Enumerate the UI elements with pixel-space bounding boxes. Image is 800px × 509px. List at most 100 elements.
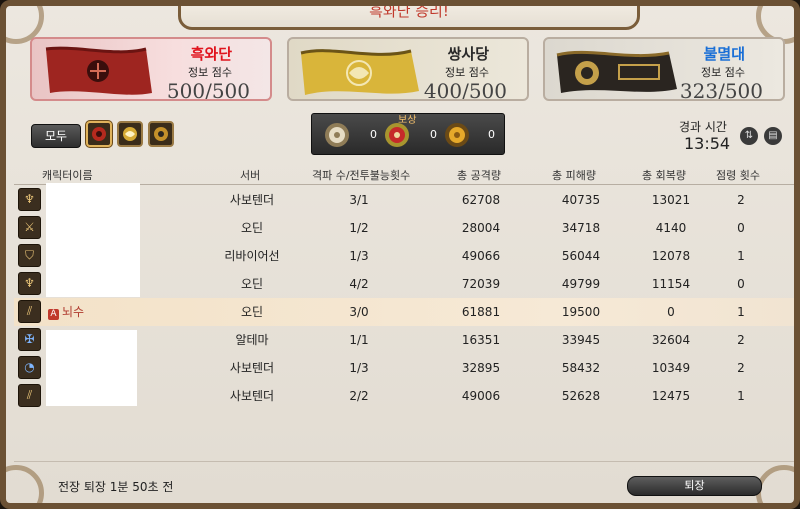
column-header: 총 공격량 bbox=[457, 169, 501, 182]
damage-taken-cell: 52628 bbox=[561, 389, 601, 403]
kd-cell: 1/1 bbox=[349, 333, 369, 347]
column-header: 서버 bbox=[240, 169, 261, 182]
team-name: 흑와단 bbox=[190, 45, 232, 63]
redacted-names bbox=[46, 330, 137, 406]
team-name: 쌍사당 bbox=[447, 45, 489, 63]
score-label: 정보 점수 bbox=[445, 66, 489, 79]
party-leader-badge: A bbox=[48, 298, 59, 326]
team-score: 500/500 bbox=[166, 79, 250, 101]
kd-cell: 4/2 bbox=[349, 277, 369, 291]
damage-taken-cell: 33945 bbox=[561, 333, 601, 347]
damage-dealt-cell: 72039 bbox=[461, 277, 501, 291]
warrior-job-icon: ♆ bbox=[18, 272, 41, 295]
redacted-names bbox=[46, 183, 140, 297]
kd-cell: 1/3 bbox=[349, 249, 369, 263]
bard-job-icon: ⫽ bbox=[18, 384, 41, 407]
elapsed-time-value: 13:54 bbox=[684, 134, 731, 153]
server-cell: 리바이어선 bbox=[224, 249, 280, 263]
healing-cell: 32604 bbox=[651, 333, 691, 347]
column-header: 캐릭터이름 bbox=[42, 169, 93, 182]
column-header: 총 회복량 bbox=[642, 169, 686, 182]
red-medal-icon bbox=[385, 123, 409, 147]
team-panel-twin-adder: 쌍사당 정보 점수 400/500 bbox=[287, 37, 529, 101]
server-cell: 오딘 bbox=[240, 221, 264, 235]
server-cell: 사보텐더 bbox=[229, 361, 275, 375]
healing-cell: 12078 bbox=[651, 249, 691, 263]
silver-medal-icon bbox=[325, 123, 349, 147]
gold-medal-icon bbox=[445, 123, 469, 147]
character-name: 뇌수 bbox=[62, 305, 85, 319]
healing-cell: 12475 bbox=[651, 389, 691, 403]
immortal-flames-flag-icon bbox=[556, 50, 677, 93]
reward-panel: 보상 0 0 0 bbox=[311, 113, 505, 155]
captures-cell: 1 bbox=[737, 305, 745, 319]
healing-cell: 13021 bbox=[651, 193, 691, 207]
warrior-job-icon: ♆ bbox=[18, 188, 41, 211]
column-header: 격파 수/전투불능횟수 bbox=[312, 169, 411, 182]
column-header: 점령 횟수 bbox=[716, 169, 760, 182]
paladin-job-icon: ⛉ bbox=[18, 244, 41, 267]
column-header: 총 피해량 bbox=[552, 169, 596, 182]
result-title-tab: 흑와단 승리! bbox=[178, 2, 640, 30]
damage-dealt-cell: 62708 bbox=[461, 193, 501, 207]
twin-adder-flag-icon bbox=[300, 49, 419, 95]
filter-maelstrom-icon[interactable] bbox=[86, 121, 112, 147]
captures-cell: 1 bbox=[737, 249, 745, 263]
score-label: 정보 점수 bbox=[701, 66, 745, 79]
kd-cell: 3/0 bbox=[349, 305, 369, 319]
damage-dealt-cell: 28004 bbox=[461, 221, 501, 235]
damage-taken-cell: 58432 bbox=[561, 361, 601, 375]
damage-taken-cell: 34718 bbox=[561, 221, 601, 235]
damage-taken-cell: 19500 bbox=[561, 305, 601, 319]
frame-corner bbox=[6, 465, 44, 503]
kd-cell: 1/2 bbox=[349, 221, 369, 235]
damage-taken-cell: 49799 bbox=[561, 277, 601, 291]
damage-taken-cell: 40735 bbox=[561, 193, 601, 207]
result-title: 흑와단 승리! bbox=[369, 2, 449, 20]
score-label: 정보 점수 bbox=[188, 66, 232, 79]
damage-dealt-cell: 32895 bbox=[461, 361, 501, 375]
frame-corner bbox=[756, 465, 794, 503]
healing-cell: 10349 bbox=[651, 361, 691, 375]
kd-cell: 2/2 bbox=[349, 389, 369, 403]
team-score: 323/500 bbox=[679, 79, 763, 101]
reward-count: 0 bbox=[370, 128, 377, 141]
damage-taken-cell: 56044 bbox=[561, 249, 601, 263]
healing-cell: 0 bbox=[667, 305, 675, 319]
damage-dealt-cell: 49006 bbox=[461, 389, 501, 403]
filter-immortal-flames-icon[interactable] bbox=[148, 121, 174, 147]
dragoon-job-icon: ⚔ bbox=[18, 216, 41, 239]
team-panel-maelstrom: 흑와단 정보 점수 500/500 bbox=[30, 37, 272, 101]
captures-cell: 1 bbox=[737, 389, 745, 403]
server-cell: 오딘 bbox=[240, 277, 264, 291]
battle-result-window: 흑와단 승리! 흑와단 정보 점수 500/500 쌍사당 정보 점수 400/… bbox=[0, 0, 800, 509]
sort-toggle-icon[interactable]: ⇅ bbox=[740, 127, 758, 145]
log-icon[interactable]: ▤ bbox=[764, 127, 782, 145]
captures-cell: 2 bbox=[737, 361, 745, 375]
reward-count: 0 bbox=[488, 128, 495, 141]
damage-dealt-cell: 49066 bbox=[461, 249, 501, 263]
table-row-self[interactable]: ⫽ A 뇌수 오딘 3/0 61881 19500 0 1 bbox=[14, 298, 794, 326]
filter-twin-adder-icon[interactable] bbox=[117, 121, 143, 147]
server-cell: 사보텐더 bbox=[229, 389, 275, 403]
captures-cell: 2 bbox=[737, 333, 745, 347]
scholar-job-icon: ✠ bbox=[18, 328, 41, 351]
bard-job-icon: ⫽ bbox=[18, 300, 41, 323]
damage-dealt-cell: 61881 bbox=[461, 305, 501, 319]
leave-countdown: 전장 퇴장 1분 50초 전 bbox=[58, 480, 174, 494]
server-cell: 알테마 bbox=[235, 333, 269, 347]
leave-button[interactable]: 퇴장 bbox=[627, 476, 762, 496]
footer-divider bbox=[14, 461, 794, 462]
filter-all-button[interactable]: 모두 bbox=[31, 124, 81, 148]
team-panel-immortal-flames: 불멸대 정보 점수 323/500 bbox=[543, 37, 785, 101]
server-cell: 사보텐더 bbox=[229, 193, 275, 207]
kd-cell: 1/3 bbox=[349, 361, 369, 375]
summoner-job-icon: ◔ bbox=[18, 356, 41, 379]
captures-cell: 2 bbox=[737, 193, 745, 207]
team-score: 400/500 bbox=[423, 79, 507, 101]
team-name: 불멸대 bbox=[703, 45, 745, 63]
server-cell: 오딘 bbox=[240, 305, 264, 319]
captures-cell: 0 bbox=[737, 221, 745, 235]
captures-cell: 0 bbox=[737, 277, 745, 291]
healing-cell: 4140 bbox=[655, 221, 687, 235]
